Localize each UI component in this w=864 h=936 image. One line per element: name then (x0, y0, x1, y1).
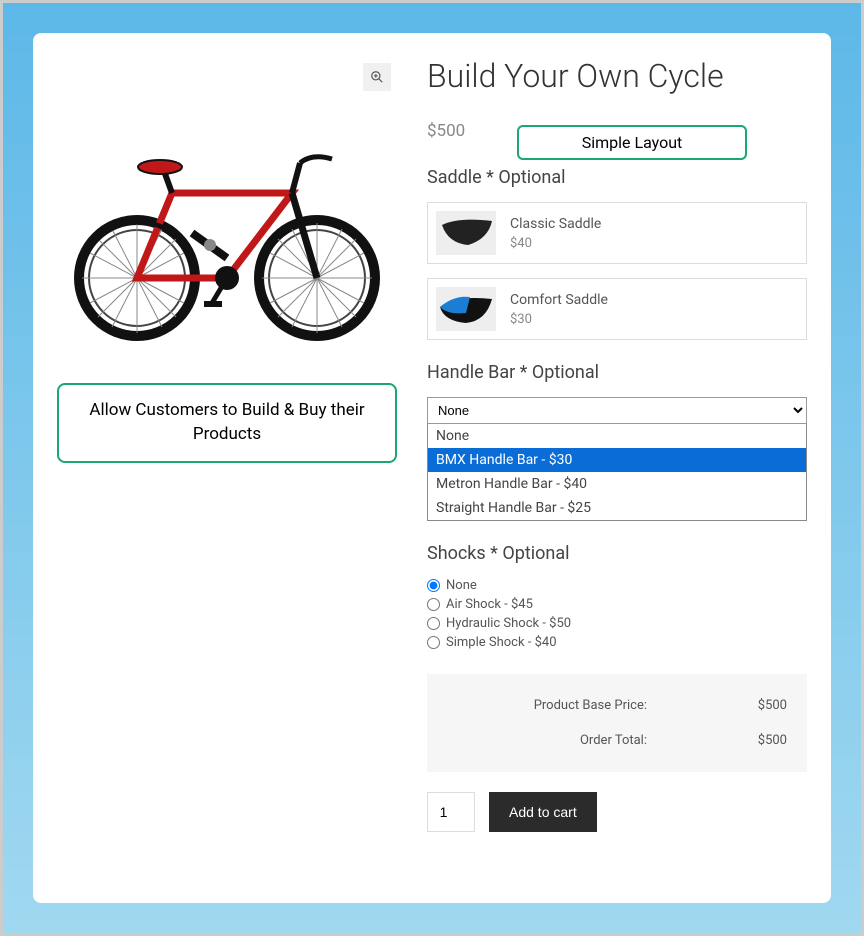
saddle-option[interactable]: Comfort Saddle $30 (427, 278, 807, 340)
dropdown-option[interactable]: BMX Handle Bar - $30 (428, 448, 806, 472)
product-card: Allow Customers to Build & Buy their Pro… (33, 33, 831, 903)
saddle-thumb (436, 287, 496, 331)
shock-option[interactable]: Air Shock - $45 (427, 597, 807, 612)
dropdown-option[interactable]: Metron Handle Bar - $40 (428, 472, 806, 496)
option-price: $40 (510, 236, 601, 251)
shock-radio[interactable] (427, 636, 440, 649)
shock-option-label: Hydraulic Shock - $50 (446, 616, 571, 631)
handlebar-select-wrap: None None BMX Handle Bar - $30 Metron Ha… (427, 397, 807, 521)
dropdown-option[interactable]: Straight Handle Bar - $25 (428, 496, 806, 520)
page-frame: Allow Customers to Build & Buy their Pro… (3, 3, 861, 933)
zoom-button[interactable] (363, 63, 391, 91)
order-total-row: Order Total: $500 (447, 723, 787, 758)
handlebar-section: Handle Bar * Optional None None BMX Hand… (427, 362, 807, 521)
saddle-section: Saddle * Optional Classic Saddle $40 (427, 167, 807, 340)
saddle-option[interactable]: Classic Saddle $40 (427, 202, 807, 264)
shock-option[interactable]: Simple Shock - $40 (427, 635, 807, 650)
shocks-radios: None Air Shock - $45 Hydraulic Shock - $… (427, 578, 807, 650)
annotation-left: Allow Customers to Build & Buy their Pro… (57, 383, 397, 463)
order-total-value: $500 (727, 733, 787, 748)
shock-option-label: Air Shock - $45 (446, 597, 533, 612)
shock-radio[interactable] (427, 617, 440, 630)
base-price-row: Product Base Price: $500 (447, 688, 787, 723)
handlebar-dropdown: None BMX Handle Bar - $30 Metron Handle … (427, 424, 807, 521)
shock-radio[interactable] (427, 579, 440, 592)
saddle-thumb (436, 211, 496, 255)
shock-option[interactable]: None (427, 578, 807, 593)
shocks-label: Shocks * Optional (427, 543, 807, 564)
saddle-option-text: Comfort Saddle $30 (510, 292, 608, 327)
option-name: Classic Saddle (510, 216, 601, 232)
handlebar-select[interactable]: None (427, 397, 807, 424)
option-name: Comfort Saddle (510, 292, 608, 308)
classic-saddle-icon (438, 215, 494, 251)
product-image[interactable] (57, 83, 397, 363)
bicycle-icon (62, 103, 392, 343)
shocks-section: Shocks * Optional None Air Shock - $45 H… (427, 543, 807, 650)
details-column: Build Your Own Cycle Simple Layout $500 … (427, 57, 807, 879)
shock-option[interactable]: Hydraulic Shock - $50 (427, 616, 807, 631)
order-total-label: Order Total: (447, 733, 647, 748)
base-price-label: Product Base Price: (447, 698, 647, 713)
cart-row: Add to cart (427, 792, 807, 832)
page-title: Build Your Own Cycle (427, 57, 807, 95)
dropdown-option[interactable]: None (428, 424, 806, 448)
comfort-saddle-icon (438, 291, 494, 327)
saddle-option-text: Classic Saddle $40 (510, 216, 601, 251)
shock-radio[interactable] (427, 598, 440, 611)
zoom-icon (370, 70, 384, 84)
totals-box: Product Base Price: $500 Order Total: $5… (427, 674, 807, 772)
shock-option-label: Simple Shock - $40 (446, 635, 557, 650)
quantity-stepper[interactable] (427, 792, 475, 832)
saddle-label: Saddle * Optional (427, 167, 807, 188)
annotation-top: Simple Layout (517, 125, 747, 160)
image-column: Allow Customers to Build & Buy their Pro… (57, 57, 397, 879)
option-price: $30 (510, 312, 608, 327)
base-price-value: $500 (727, 698, 787, 713)
handlebar-label: Handle Bar * Optional (427, 362, 807, 383)
shock-option-label: None (446, 578, 477, 593)
add-to-cart-button[interactable]: Add to cart (489, 792, 597, 832)
